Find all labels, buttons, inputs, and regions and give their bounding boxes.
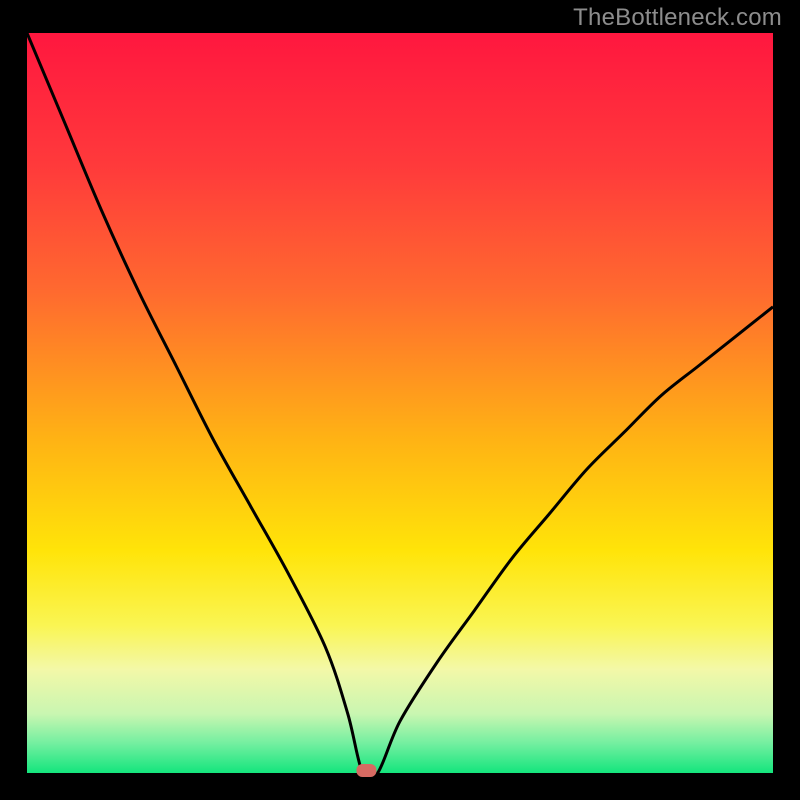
optimum-marker: [356, 764, 376, 777]
gradient-background: [27, 33, 773, 773]
chart-frame: TheBottleneck.com: [0, 0, 800, 800]
bottleneck-chart: [0, 0, 800, 800]
watermark-text: TheBottleneck.com: [573, 4, 782, 32]
